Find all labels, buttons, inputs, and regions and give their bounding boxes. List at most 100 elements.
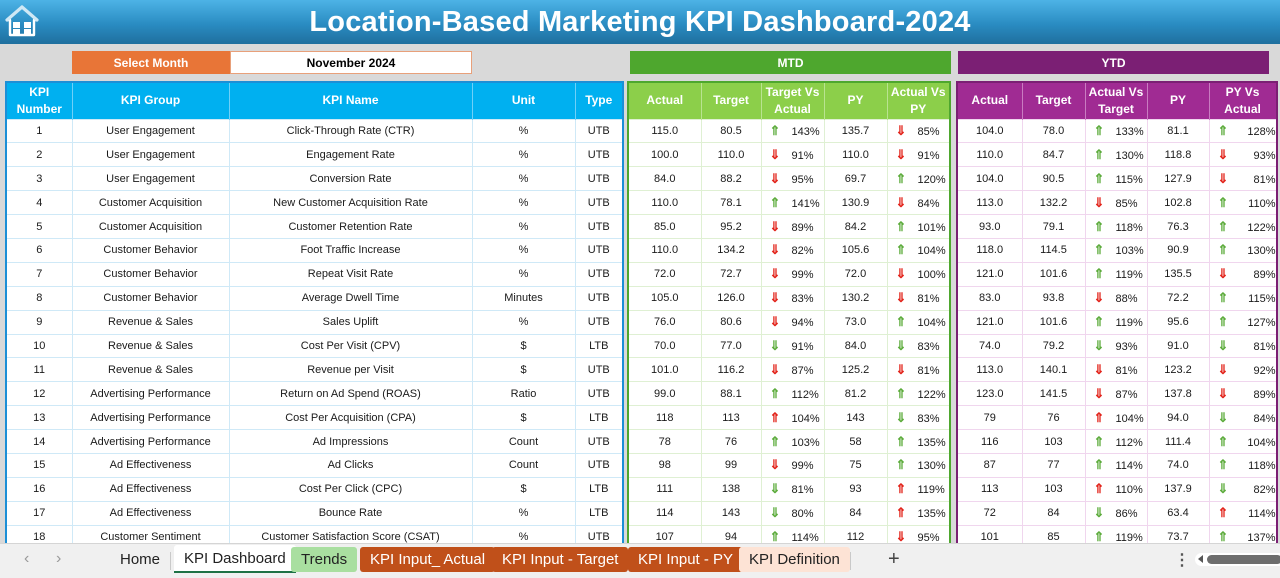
mtd-target-cell: 99 xyxy=(700,452,762,478)
mtd-py-cell: 73.0 xyxy=(823,309,888,335)
percent-value: 110% xyxy=(1248,197,1276,210)
type-cell: UTB xyxy=(574,237,624,263)
tab-kpi-definition[interactable]: KPI Definition xyxy=(739,547,850,572)
tab-kpi-input-target[interactable]: KPI Input - Target xyxy=(492,547,629,572)
percent-value: 83% xyxy=(917,340,940,353)
tab-home[interactable]: Home xyxy=(110,547,170,572)
percent-value: 118% xyxy=(1115,221,1143,234)
kpi-name-cell: Click-Through Rate (CTR) xyxy=(228,118,473,144)
table-row: 111 138 ⇓ 81% 93 ⇑ 119% xyxy=(627,476,951,502)
type-cell: UTB xyxy=(574,452,624,478)
mtd-py-cell: 84.0 xyxy=(823,333,888,359)
table-row: 99.0 88.1 ⇑ 112% 81.2 ⇑ 122% xyxy=(627,381,951,407)
mtd-actual-cell: 101.0 xyxy=(627,357,702,383)
ytd-py-cell: 137.9 xyxy=(1146,476,1210,502)
mtd-actual-cell: 100.0 xyxy=(627,142,702,168)
arrow-down-icon: ⇓ xyxy=(1093,290,1105,306)
percent-value: 80% xyxy=(791,508,814,521)
tab-kpi-dashboard[interactable]: KPI Dashboard xyxy=(174,545,296,573)
arrow-down-icon: ⇓ xyxy=(1217,481,1229,497)
unit-cell: Ratio xyxy=(471,381,576,407)
mtd-target-vs-actual-cell: ⇓ 81% xyxy=(760,476,825,502)
next-sheet-icon[interactable]: › xyxy=(56,550,61,568)
arrow-up-icon: ⇑ xyxy=(1093,314,1105,330)
arrow-down-icon: ⇓ xyxy=(1093,505,1105,521)
ytd-actual-cell: 113.0 xyxy=(956,357,1023,383)
kpi-name-cell: Sales Uplift xyxy=(228,309,473,335)
percent-value: 118% xyxy=(1248,460,1276,473)
table-row: 118.0 114.5 ⇑ 103% 90.9 ⇑ 130% xyxy=(956,237,1277,263)
kpi-number-cell: 8 xyxy=(5,285,73,311)
scrollbar-thumb[interactable] xyxy=(1207,555,1280,564)
percent-value: 119% xyxy=(1115,317,1143,330)
arrow-down-icon: ⇓ xyxy=(1093,385,1105,401)
arrow-up-icon: ⇑ xyxy=(1093,481,1105,497)
scroll-left-icon[interactable] xyxy=(1198,555,1203,563)
table-row: 5 Customer Acquisition Customer Retention … xyxy=(5,214,624,239)
mtd-target-cell: 138 xyxy=(700,476,762,502)
percent-value: 82% xyxy=(791,245,814,258)
percent-value: 133% xyxy=(1115,125,1144,138)
mtd-actual-vs-py-cell: ⇑ 135% xyxy=(886,500,951,526)
mtd-actual-vs-py-cell: ⇓ 91% xyxy=(886,142,951,168)
more-options-icon[interactable]: ⋮ xyxy=(1174,550,1190,570)
tab-kpi-input-py[interactable]: KPI Input - PY xyxy=(628,547,744,572)
percent-value: 130% xyxy=(917,460,946,473)
month-dropdown[interactable]: November 2024 xyxy=(230,51,472,74)
type-cell: UTB xyxy=(574,261,624,287)
percent-value: 103% xyxy=(791,436,820,449)
table-row: 13 Advertising Performance Cost Per Acquis… xyxy=(5,405,624,431)
mtd-target-vs-actual-cell: ⇓ 87% xyxy=(760,357,825,383)
prev-sheet-icon[interactable]: ‹ xyxy=(24,550,29,568)
unit-cell: % xyxy=(471,118,576,144)
mtd-target-cell: 80.5 xyxy=(700,118,762,144)
table-row: 1 User Engagement Click-Through Rate (CTR)… xyxy=(5,118,624,144)
arrow-up-icon: ⇑ xyxy=(1093,409,1105,425)
arrow-down-icon: ⇓ xyxy=(895,409,907,425)
arrow-down-icon: ⇓ xyxy=(1217,266,1229,282)
ytd-actual-vs-target-cell: ⇓ 85% xyxy=(1084,190,1148,216)
percent-value: 104% xyxy=(917,317,946,330)
percent-value: 119% xyxy=(917,484,945,497)
arrow-up-icon: ⇑ xyxy=(1093,122,1105,138)
ytd-actual-vs-target-cell: ⇑ 110% xyxy=(1084,476,1148,502)
add-sheet-icon[interactable]: + xyxy=(888,548,900,571)
ytd-target-cell: 79.1 xyxy=(1021,214,1086,239)
percent-value: 103% xyxy=(1115,245,1144,258)
mtd-target-vs-actual-cell: ⇓ 89% xyxy=(760,214,825,239)
ytd-py-vs-actual-cell: ⇓ 92% xyxy=(1208,357,1277,383)
mtd-actual-cell: 115.0 xyxy=(627,118,702,144)
kpi-group-cell: Advertising Performance xyxy=(71,429,230,454)
ytd-actual-cell: 110.0 xyxy=(956,142,1023,168)
ytd-actual-cell: 74.0 xyxy=(956,333,1023,359)
table-row: 17 Ad Effectiveness Bounce Rate% LTB xyxy=(5,500,624,526)
home-icon[interactable] xyxy=(4,4,40,38)
type-cell: UTB xyxy=(574,309,624,335)
table-row: 104.0 90.5 ⇑ 115% 127.9 ⇓ 81% xyxy=(956,166,1277,192)
percent-value: 119% xyxy=(1115,269,1143,282)
mtd-target-vs-actual-cell: ⇓ 80% xyxy=(760,500,825,526)
kpi-number-cell: 17 xyxy=(5,500,73,526)
kpi-number-cell: 16 xyxy=(5,476,73,502)
mtd-actual-vs-py-cell: ⇑ 135% xyxy=(886,429,951,454)
arrow-down-icon: ⇓ xyxy=(1217,385,1229,401)
arrow-up-icon: ⇑ xyxy=(1093,218,1105,234)
tab-trends[interactable]: Trends xyxy=(291,547,358,572)
ytd-py-cell: 118.8 xyxy=(1146,142,1210,168)
ytd-py-vs-actual-cell: ⇑ 114% xyxy=(1208,500,1277,526)
kpi-group-cell: Advertising Performance xyxy=(71,405,230,431)
ytd-actual-vs-target-cell: ⇓ 87% xyxy=(1084,381,1148,407)
percent-value: 95% xyxy=(791,173,814,186)
arrow-up-icon: ⇑ xyxy=(895,218,907,234)
percent-value: 112% xyxy=(1115,436,1143,449)
horizontal-scrollbar[interactable] xyxy=(1195,553,1280,566)
percent-value: 81% xyxy=(917,364,940,377)
unit-cell: % xyxy=(471,214,576,239)
ytd-actual-vs-target-cell: ⇓ 93% xyxy=(1084,333,1148,359)
percent-value: 86% xyxy=(1115,508,1138,521)
tab-kpi-input-actual[interactable]: KPI Input_ Actual xyxy=(360,547,496,572)
kpi-name-cell: Average Dwell Time xyxy=(228,285,473,311)
ytd-actual-cell: 123.0 xyxy=(956,381,1023,407)
header-mtd-target-vs-actual: Target Vs Actual xyxy=(761,82,825,119)
table-row: 72.0 72.7 ⇓ 99% 72.0 ⇓ 100% xyxy=(627,261,951,287)
